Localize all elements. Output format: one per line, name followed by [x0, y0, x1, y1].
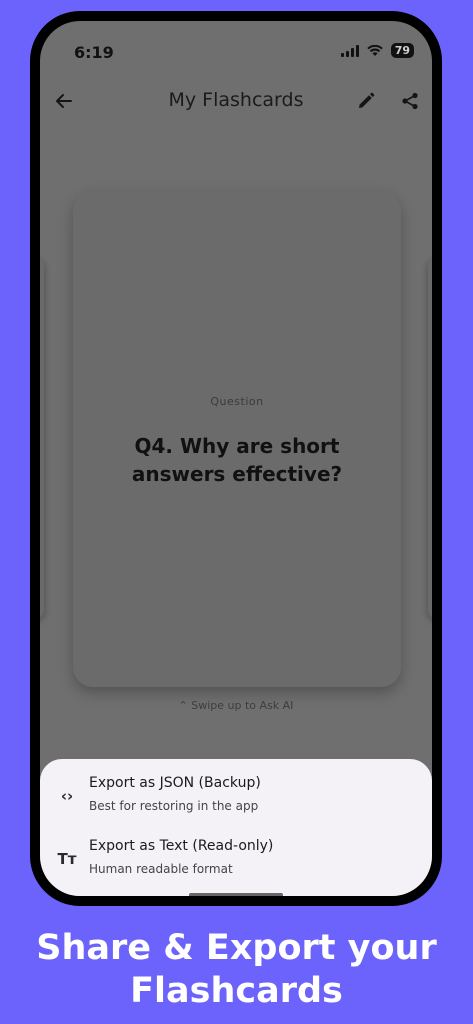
code-icon: ‹›: [60, 787, 74, 805]
caption-line-2: Flashcards: [130, 971, 343, 1011]
card-side-label: Question: [210, 395, 264, 408]
status-time: 6:19: [74, 43, 114, 62]
next-card[interactable]: [428, 256, 432, 621]
option-title: Export as JSON (Backup): [89, 775, 261, 791]
pencil-icon: [359, 92, 375, 108]
swipe-up-hint: ⌃ Swipe up to Ask AI: [178, 699, 294, 712]
export-text-option[interactable]: Tт Export as Text (Read-only) Human read…: [40, 832, 432, 892]
app-bar: My Flashcards: [40, 77, 432, 125]
share-icon: [402, 92, 418, 110]
export-bottom-sheet: ‹› Export as JSON (Backup) Best for rest…: [40, 759, 432, 896]
promo-caption: Share & Export your Flashcards: [0, 927, 473, 1013]
status-icons: 79: [340, 43, 414, 58]
app-screen: 6:19 79 My Flashcards Question Q4. Why a…: [40, 21, 432, 896]
share-button[interactable]: [394, 85, 426, 117]
flashcard[interactable]: Question Q4. Why are short answers effec…: [73, 191, 401, 687]
previous-card[interactable]: [40, 256, 44, 621]
phone-frame: 6:19 79 My Flashcards Question Q4. Why a…: [30, 11, 442, 906]
edit-button[interactable]: [350, 85, 382, 117]
card-question: Q4. Why are short answers effective?: [131, 434, 343, 486]
option-title: Export as Text (Read-only): [89, 838, 274, 854]
text-format-icon: Tт: [57, 850, 77, 868]
caption-line-1: Share & Export your: [36, 928, 437, 968]
wifi-icon: [366, 44, 383, 56]
home-indicator[interactable]: [189, 893, 283, 896]
signal-icon: [340, 44, 359, 57]
option-subtitle: Human readable format: [89, 862, 233, 876]
export-json-option[interactable]: ‹› Export as JSON (Backup) Best for rest…: [40, 769, 432, 829]
battery-icon: 79: [390, 43, 414, 58]
option-subtitle: Best for restoring in the app: [89, 799, 259, 813]
